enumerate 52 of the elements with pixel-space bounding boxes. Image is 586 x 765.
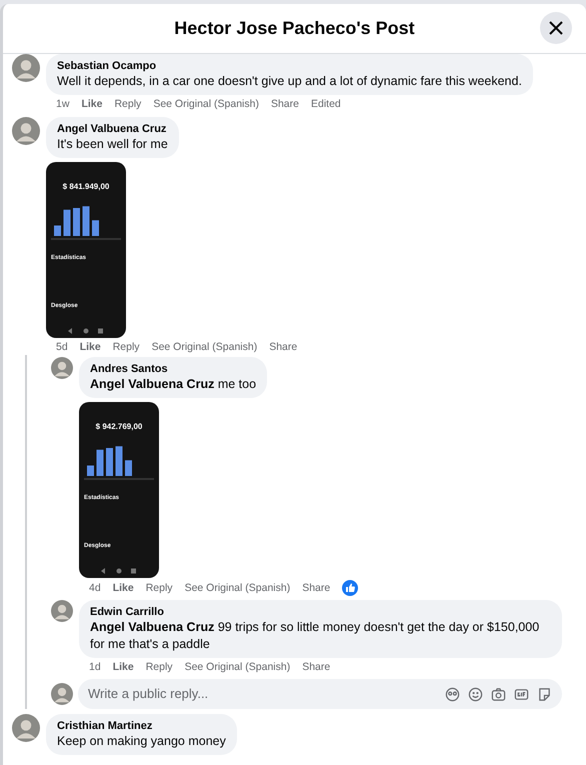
avatar[interactable] (12, 54, 40, 82)
avatar[interactable] (12, 714, 40, 742)
comment-action[interactable]: See Original (Spanish) (153, 97, 259, 112)
reply-input[interactable]: Write a public reply... (88, 684, 445, 704)
comment-action[interactable]: Reply (112, 340, 140, 355)
amount-text: $ 942.769,00 (94, 422, 144, 432)
author-name[interactable]: Edwin Carrillo (90, 605, 551, 619)
comment-action[interactable]: See Original (Spanish) (152, 340, 258, 355)
comment-action[interactable]: Reply (146, 660, 173, 675)
comment-action[interactable]: Share (269, 340, 298, 355)
author-name[interactable]: Sebastian Ocampo (57, 59, 522, 73)
comment-action[interactable]: Like (112, 660, 134, 675)
camera-icon[interactable] (491, 686, 506, 702)
comment-text: Well it depends, in a car one doesn't give up and a lot of dynamic fare this weekend. (57, 73, 522, 90)
emoji-icon[interactable] (468, 686, 483, 702)
author-name[interactable]: Andres Santos (90, 362, 256, 376)
avatar[interactable] (51, 600, 73, 622)
nav-bar-icon (66, 328, 106, 334)
comment-action[interactable]: Like (112, 580, 134, 596)
avatar[interactable] (51, 357, 73, 379)
author-name[interactable]: Angel Valbuena Cruz (57, 122, 168, 136)
comment-action[interactable]: Like (81, 97, 102, 112)
comment-action[interactable]: Reply (146, 580, 173, 596)
amount-text: $ 841.949,00 (62, 182, 110, 192)
timestamp[interactable]: 1w (56, 97, 70, 112)
reply-field[interactable]: Write a public reply... (78, 679, 562, 709)
comment-text: Keep on making yango money (57, 733, 226, 750)
comment-action[interactable]: Share (302, 580, 330, 596)
comment-action[interactable]: Share (302, 660, 330, 675)
avatar[interactable] (51, 683, 73, 705)
comment-action[interactable]: See Original (Spanish) (184, 580, 290, 596)
nav-bar-icon (99, 568, 139, 574)
sticker-icon[interactable] (537, 686, 552, 702)
avatar-sticker-icon[interactable] (445, 686, 460, 702)
close-button[interactable] (540, 12, 572, 44)
comment-text: Angel Valbuena Cruz 99 trips for so little money doesn't get the day or $150,000 for me that's a paddle (90, 619, 540, 653)
comment-text: It's been well for me (57, 136, 168, 153)
edited-label[interactable]: Edited (310, 97, 341, 112)
comment-action[interactable]: See Original (Spanish) (184, 660, 290, 675)
comment-text: Angel Valbuena Cruz me too (90, 376, 256, 393)
comment-action[interactable]: Share (270, 97, 299, 112)
comment-action[interactable]: Like (80, 340, 101, 355)
avatar[interactable] (12, 117, 40, 145)
author-name[interactable]: Cristhian Martinez (57, 719, 226, 733)
close-icon (549, 21, 563, 35)
timestamp[interactable]: 4d (89, 580, 101, 596)
like-reaction-icon[interactable] (342, 580, 358, 596)
timestamp[interactable]: 5d (56, 340, 68, 355)
timestamp[interactable]: 1d (89, 660, 101, 675)
dialog-title: Hector Jose Pacheco's Post (174, 17, 415, 40)
comment-action[interactable]: Reply (114, 97, 142, 112)
gif-icon[interactable] (514, 686, 529, 702)
